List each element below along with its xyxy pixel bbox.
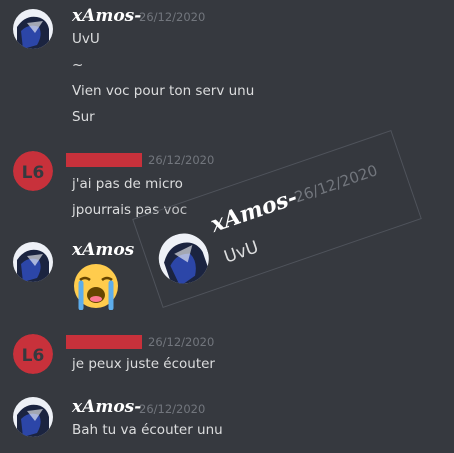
message-text: Vien voc pour ton serv unu	[72, 83, 255, 99]
user-avatar[interactable]	[13, 9, 53, 49]
user-avatar[interactable]	[13, 242, 53, 282]
message-text: ~	[72, 57, 84, 73]
message-text: UvU	[72, 31, 100, 47]
overlay-avatar	[152, 226, 216, 291]
redacted-username	[66, 153, 142, 167]
user-avatar[interactable]: L6	[13, 334, 53, 374]
username[interactable]: xAmos	[72, 240, 134, 260]
message-timestamp: 26/12/2020	[148, 153, 215, 167]
message-text: Sur	[72, 109, 95, 125]
avatar-label: L6	[22, 346, 45, 366]
user-avatar[interactable]	[13, 397, 53, 437]
overlay-timestamp: 26/12/2020	[292, 161, 380, 207]
avatar-label: L6	[22, 163, 45, 183]
overlay-message-text: UvU	[221, 237, 262, 268]
overlay-username: xAmos-	[207, 184, 301, 238]
message-text: je peux juste écouter	[72, 356, 215, 372]
message-timestamp: 26/12/2020	[139, 10, 206, 24]
loudly-crying-face-icon	[70, 262, 122, 314]
redacted-username	[66, 335, 142, 349]
username[interactable]: xAmos-	[72, 6, 141, 26]
message-timestamp: 26/12/2020	[148, 335, 215, 349]
message-timestamp: 26/12/2020	[139, 402, 206, 416]
user-avatar[interactable]: L6	[13, 151, 53, 191]
username[interactable]: xAmos-	[72, 397, 141, 417]
message-text: Bah tu va écouter unu	[72, 422, 223, 438]
message-text: j'ai pas de micro	[72, 176, 183, 192]
